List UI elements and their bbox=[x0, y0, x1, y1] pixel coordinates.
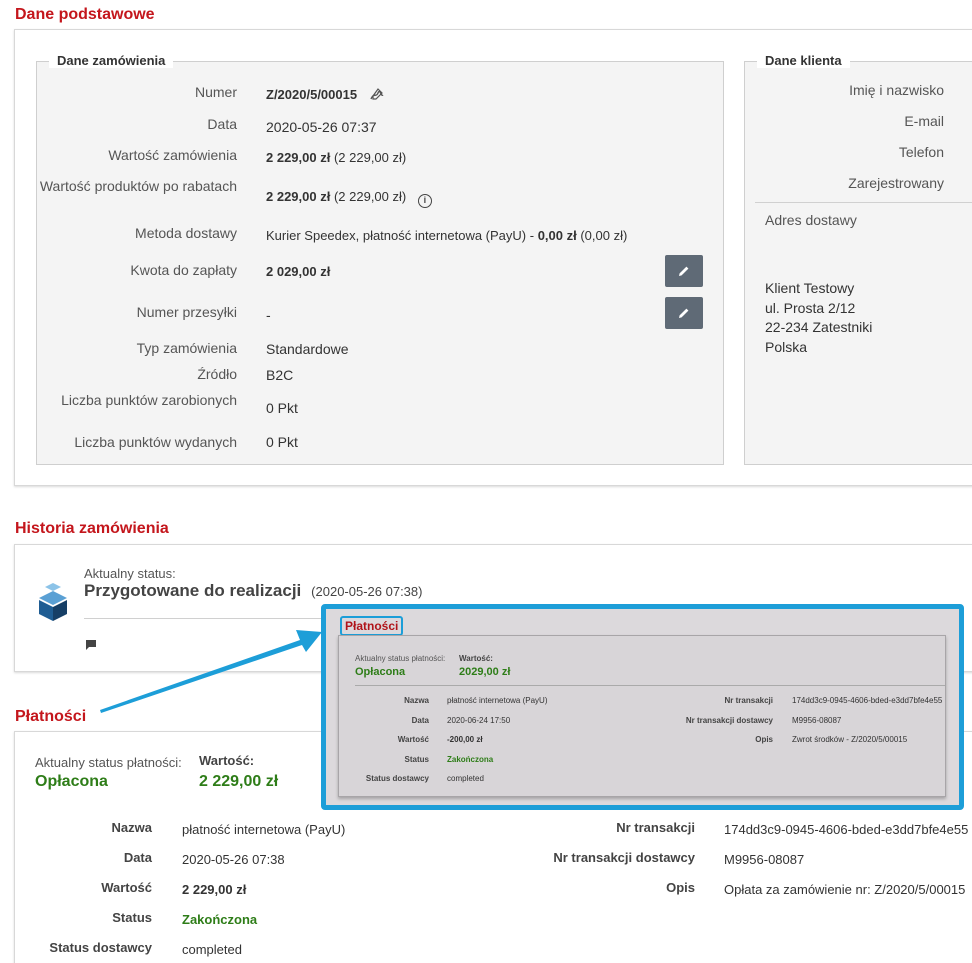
popup-value-label: Wartość: bbox=[459, 654, 493, 663]
popup-description-label: Opis bbox=[755, 735, 773, 744]
popup-delivery-status-label: Status dostawcy bbox=[365, 774, 429, 783]
popup-provider-transaction-value: M9956-08087 bbox=[792, 716, 842, 725]
callout-arrow bbox=[100, 630, 322, 713]
popup-title: Płatności bbox=[340, 616, 404, 636]
popup-amount-label: Wartość bbox=[397, 735, 429, 744]
popup-payment-panel: Aktualny status płatności: Opłacona Wart… bbox=[338, 635, 946, 797]
popup-transaction-label: Nr transakcji bbox=[724, 696, 773, 705]
popup-date-value: 2020-06-24 17:50 bbox=[447, 716, 511, 725]
popup-state-value: Zakończona bbox=[447, 755, 494, 764]
popup-date-label: Data bbox=[411, 716, 429, 725]
popup-description-value: Zwrot środków - Z/2020/5/00015 bbox=[792, 735, 908, 744]
popup-status-label: Aktualny status płatności: bbox=[355, 654, 446, 663]
refund-screenshot-callout: Płatności Aktualny status płatności: Opł… bbox=[321, 604, 964, 810]
popup-status-value: Opłacona bbox=[355, 666, 406, 678]
popup-name-value: płatność internetowa (PayU) bbox=[447, 696, 548, 705]
popup-value: 2029,00 zł bbox=[459, 666, 511, 678]
popup-transaction-value: 174dd3c9-0945-4606-bded-e3dd7bfe4e55 bbox=[792, 696, 943, 705]
popup-divider bbox=[355, 685, 945, 686]
popup-provider-transaction-label: Nr transakcji dostawcy bbox=[685, 716, 773, 725]
popup-name-label: Nazwa bbox=[404, 696, 429, 705]
popup-amount-value: -200,00 zł bbox=[447, 735, 483, 744]
popup-state-label: Status bbox=[404, 755, 429, 764]
popup-delivery-status-value: completed bbox=[447, 774, 484, 783]
